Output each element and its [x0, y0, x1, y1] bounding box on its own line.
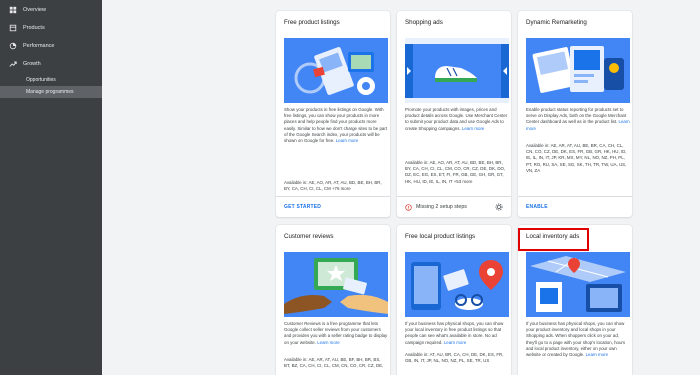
setup-status-label: Missing 2 setup steps	[416, 204, 467, 210]
card-availability: Available in: AT, AU, BR, CA, CH, DE, DK…	[405, 352, 504, 364]
card-description: If your business has physical shops, you…	[526, 321, 626, 358]
card-description: Enable product status reporting for prod…	[526, 107, 630, 131]
free-local-listings-illustration	[405, 252, 509, 317]
card-availability: Available in: AE, AR, AT, AU, BE, BR, CA…	[526, 143, 627, 173]
card-footer: Missing 2 setup steps	[397, 196, 511, 217]
products-icon	[9, 24, 17, 32]
learn-more-link[interactable]: Learn more	[336, 138, 358, 143]
learn-more-link[interactable]: Learn more	[317, 340, 339, 345]
card-title: Shopping ads	[405, 19, 443, 26]
sidebar-item-opportunities[interactable]: Opportunities	[0, 74, 102, 86]
card-description: Customer Reviews is a free programme tha…	[284, 321, 388, 345]
program-card-shopping-ads: Shopping ads Promote your products with …	[397, 11, 511, 217]
sidebar-item-overview[interactable]: Overview	[0, 1, 102, 19]
program-card-free-local-product-listings: Free local product listings If your busi…	[397, 225, 511, 375]
learn-more-link[interactable]: Learn more	[462, 126, 484, 131]
card-title: Customer reviews	[284, 233, 334, 240]
free-listings-illustration	[284, 38, 388, 103]
sidebar-item-label: Overview	[23, 7, 46, 13]
card-availability: Available in: AE, AO, AR, AT, AU, BD, BE…	[405, 160, 506, 184]
card-footer: GET STARTED	[276, 196, 390, 217]
card-title: Dynamic Remarketing	[526, 19, 587, 26]
card-availability: Available in: AE, AR, AT, AU, BE, BF, BH…	[284, 357, 384, 369]
setup-status[interactable]: Missing 2 setup steps	[405, 203, 467, 211]
growth-icon	[9, 60, 17, 68]
sidebar-item-growth[interactable]: Growth	[0, 55, 102, 73]
customer-reviews-illustration	[284, 252, 388, 317]
sidebar: Overview Products Performance Growth Opp…	[0, 0, 102, 375]
program-card-dynamic-remarketing: Dynamic Remarketing Enable product statu…	[518, 11, 632, 217]
dynamic-remarketing-illustration	[526, 38, 630, 103]
card-description: Promote your products with images, price…	[405, 107, 508, 131]
warning-icon	[405, 203, 412, 211]
sidebar-item-label: Growth	[23, 61, 41, 67]
card-footer: ENABLE	[518, 196, 632, 217]
sidebar-item-label: Opportunities	[26, 77, 56, 83]
gear-icon[interactable]	[495, 203, 503, 211]
sidebar-item-label: Performance	[23, 43, 55, 49]
card-availability: Available in: AE, AO, AR, AT, AU, BD, BE…	[284, 180, 382, 192]
card-title: Free local product listings	[405, 233, 476, 240]
program-card-free-product-listings: Free product listings Show your products…	[276, 11, 390, 217]
card-title: Free product listings	[284, 19, 340, 26]
learn-more-link[interactable]: Learn more	[444, 340, 466, 345]
sidebar-item-label: Manage programmes	[26, 89, 74, 95]
sidebar-item-products[interactable]: Products	[0, 19, 102, 37]
sidebar-item-manage-programmes[interactable]: Manage programmes	[0, 86, 102, 98]
sidebar-item-label: Products	[23, 25, 45, 31]
highlight-box	[518, 228, 589, 251]
local-inventory-ads-illustration	[526, 252, 630, 317]
overview-icon	[9, 6, 17, 14]
enable-button[interactable]: ENABLE	[526, 204, 548, 210]
get-started-button[interactable]: GET STARTED	[284, 204, 321, 210]
sidebar-item-performance[interactable]: Performance	[0, 37, 102, 55]
card-description: Show your products in free listings on G…	[284, 107, 388, 144]
shopping-ads-illustration	[405, 38, 509, 103]
program-card-customer-reviews: Customer reviews Customer Reviews is a f…	[276, 225, 390, 375]
learn-more-link[interactable]: Learn more	[586, 352, 608, 357]
performance-icon	[9, 42, 17, 50]
card-description: If your business has physical shops, you…	[405, 321, 504, 345]
